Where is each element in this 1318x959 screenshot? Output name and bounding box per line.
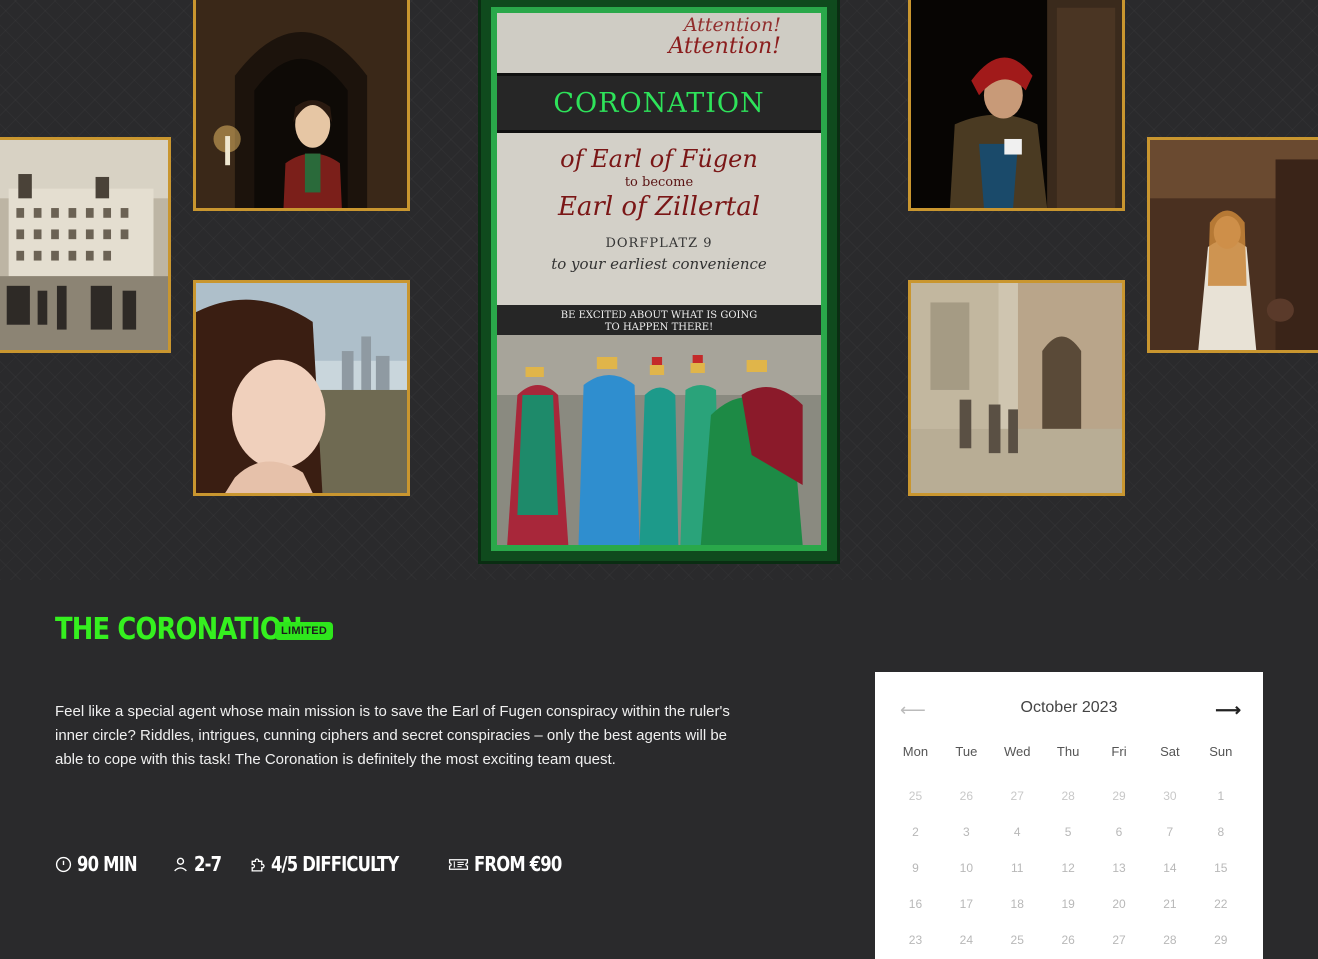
calendar-weekday: Sat (1160, 744, 1180, 759)
calendar-day[interactable]: 18 (992, 886, 1043, 922)
calendar-day[interactable]: 27 (992, 778, 1043, 814)
poster-line-3: Earl of Zillertal (557, 192, 761, 222)
poster-inner: Attention! Attention! CORONATION of Earl… (491, 7, 827, 551)
calendar-day[interactable]: 26 (941, 778, 992, 814)
calendar-day[interactable]: 19 (1043, 886, 1094, 922)
calendar-day[interactable]: 14 (1144, 850, 1195, 886)
calendar-day[interactable]: 1 (1195, 778, 1246, 814)
stat-price-text: FROM €90 (474, 852, 562, 876)
stat-price: FROM €90 (448, 852, 581, 876)
poster-attention-1: Attention! (683, 14, 781, 36)
calendar-weekday: Wed (1003, 744, 1031, 759)
poster-illustration (497, 335, 821, 545)
calendar-next-arrow-icon[interactable]: ⟶ (1215, 700, 1241, 721)
quest-title: THE CORONATION (55, 612, 303, 647)
calendar-weekday: Thu (1056, 744, 1080, 759)
stat-players: 2-7 (172, 852, 227, 876)
calendar-day[interactable]: 5 (1043, 814, 1094, 850)
stat-difficulty-text: 4/5 DIFFICULTY (271, 852, 399, 876)
quest-stats: 90 MIN 2-7 4/5 DIFFICULTY FROM €90 (55, 852, 581, 876)
calendar-weekday: Mon (902, 744, 929, 759)
poster-strip: BE EXCITED ABOUT WHAT IS GOING TO HAPPEN… (497, 305, 821, 339)
booking-calendar: ⟵ October 2023 ⟶ Mon Tue Wed Thu Fri Sat Sun 25… (875, 672, 1263, 959)
poster-header: Attention! Attention! (497, 13, 821, 73)
stat-duration: 90 MIN (55, 852, 150, 876)
stat-difficulty: 4/5 DIFFICULTY (249, 852, 426, 876)
gallery-image-knighting (1147, 137, 1318, 353)
gallery-image-street-scene (908, 280, 1125, 496)
limited-badge: LIMITED (275, 622, 334, 640)
calendar-day[interactable]: 27 (1094, 922, 1145, 958)
calendar-day[interactable]: 25 (890, 778, 941, 814)
calendar-day[interactable]: 24 (941, 922, 992, 958)
calendar-day[interactable]: 7 (1144, 814, 1195, 850)
calendar-day[interactable]: 3 (941, 814, 992, 850)
calendar-day[interactable]: 30 (1144, 778, 1195, 814)
gallery-image-man-in-doorway (908, 0, 1125, 211)
gallery-image-resting-woman (193, 280, 410, 496)
poster-line-2: to become (624, 175, 694, 190)
stat-duration-text: 90 MIN (77, 852, 138, 876)
clock-icon (55, 856, 72, 872)
calendar-header: ⟵ October 2023 ⟶ (875, 672, 1263, 742)
ticket-icon (449, 858, 469, 870)
gallery-image-town-square (0, 137, 171, 353)
poster-line-5: to your earliest convenience (551, 255, 767, 273)
calendar-day[interactable]: 20 (1094, 886, 1145, 922)
calendar-day[interactable]: 29 (1195, 922, 1246, 958)
poster-line-1: of Earl of Fügen (560, 145, 758, 173)
calendar-day[interactable]: 8 (1195, 814, 1246, 850)
calendar-day[interactable]: 17 (941, 886, 992, 922)
calendar-day[interactable]: 12 (1043, 850, 1094, 886)
calendar-day[interactable]: 10 (941, 850, 992, 886)
calendar-day[interactable]: 6 (1094, 814, 1145, 850)
calendar-day[interactable]: 28 (1144, 922, 1195, 958)
calendar-day[interactable]: 23 (890, 922, 941, 958)
calendar-day[interactable]: 28 (1043, 778, 1094, 814)
calendar-day[interactable]: 11 (992, 850, 1043, 886)
calendar-day[interactable]: 15 (1195, 850, 1246, 886)
calendar-month-title: October 2023 (1020, 699, 1118, 716)
poster-line-4: DORFPLATZ 9 (605, 236, 713, 251)
calendar-day[interactable]: 22 (1195, 886, 1246, 922)
calendar-grid: Mon Tue Wed Thu Fri Sat Sun 25 26 27 28 29 30 1 2 3 4 5 6 7… (875, 742, 1263, 958)
gallery-image-lady-with-candle (193, 0, 410, 211)
calendar-day[interactable]: 16 (890, 886, 941, 922)
coronation-poster: Attention! Attention! CORONATION of Earl… (478, 0, 840, 564)
calendar-weekday: Tue (955, 744, 978, 759)
calendar-weekday: Fri (1111, 744, 1127, 759)
calendar-day[interactable]: 13 (1094, 850, 1145, 886)
poster-text: of Earl of Fügen to become Earl of Zille… (497, 133, 821, 305)
calendar-day[interactable]: 4 (992, 814, 1043, 850)
calendar-day[interactable]: 29 (1094, 778, 1145, 814)
poster-attention-2: Attention! (668, 34, 781, 59)
calendar-day[interactable]: 2 (890, 814, 941, 850)
calendar-day[interactable]: 21 (1144, 886, 1195, 922)
poster-strip-line-1: BE EXCITED ABOUT WHAT IS GOING (560, 310, 758, 321)
calendar-day[interactable]: 25 (992, 922, 1043, 958)
poster-strip-line-2: TO HAPPEN THERE! (604, 322, 714, 333)
puzzle-icon (251, 857, 265, 872)
calendar-day[interactable]: 9 (890, 850, 941, 886)
quest-description: Feel like a special agent whose main mis… (55, 703, 730, 768)
person-icon (174, 857, 187, 871)
calendar-day[interactable]: 26 (1043, 922, 1094, 958)
poster-title-band: CORONATION (497, 73, 821, 133)
stat-players-text: 2-7 (193, 852, 222, 876)
calendar-weekday: Sun (1209, 744, 1233, 759)
